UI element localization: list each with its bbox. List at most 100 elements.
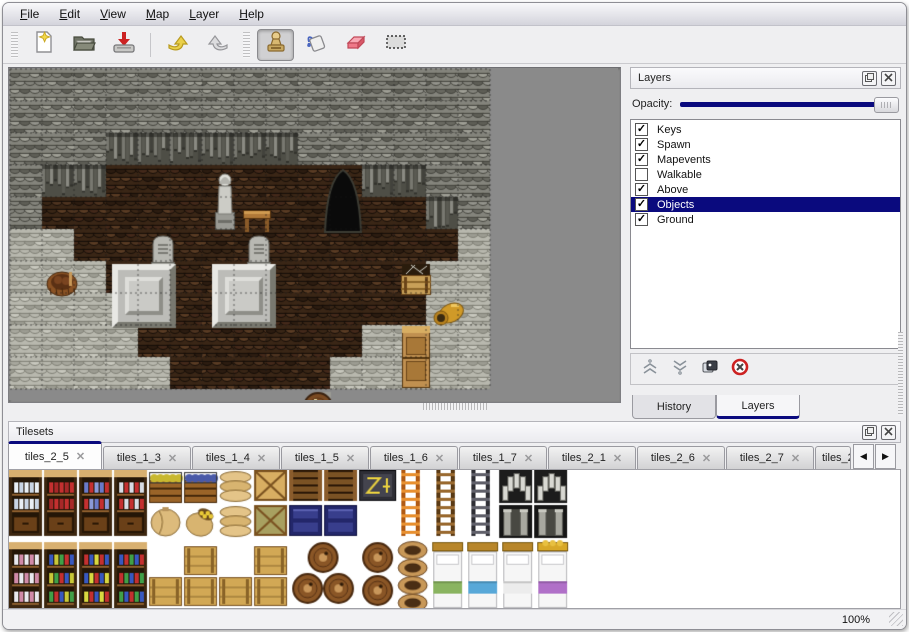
status-bar: 100% <box>3 609 906 629</box>
move-layer-down-button[interactable] <box>671 358 689 381</box>
tab-layers[interactable]: Layers <box>716 395 800 419</box>
open-folder-icon <box>71 29 97 60</box>
menu-file[interactable]: File <box>11 5 48 23</box>
layers-titlebar: Layers <box>630 67 901 89</box>
toolbar-drag-handle-2[interactable] <box>243 32 250 58</box>
redo-button[interactable] <box>199 29 236 61</box>
layer-name: Walkable <box>657 169 702 181</box>
tileset-tab[interactable]: tiles_2_1 ✕ <box>548 446 636 469</box>
close-icon <box>884 69 893 87</box>
close-tab-icon[interactable]: ✕ <box>524 452 533 465</box>
close-tilesets-button[interactable] <box>881 425 896 440</box>
tileset-tab[interactable]: tiles_1_7✕ <box>459 446 547 469</box>
delete-layer-button[interactable] <box>731 358 749 381</box>
layer-checkbox[interactable] <box>635 168 648 181</box>
layer-row-objects[interactable]: ✓ Objects <box>631 197 900 212</box>
layer-name: Above <box>657 184 688 196</box>
tileset-tab[interactable]: tiles_2_5✕ <box>8 441 102 469</box>
float-icon <box>865 69 874 87</box>
close-tab-icon[interactable]: ✕ <box>791 452 800 465</box>
close-tab-icon[interactable]: ✕ <box>76 450 85 463</box>
menu-map[interactable]: Map <box>137 5 178 23</box>
save-map-button[interactable] <box>105 29 142 61</box>
layer-row-above[interactable]: ✓ Above <box>631 182 900 197</box>
layer-row-mapevents[interactable]: ✓ Mapevents <box>631 152 900 167</box>
layer-row-keys[interactable]: ✓ Keys <box>631 122 900 137</box>
layers-panel-title: Layers <box>635 72 858 84</box>
open-map-button[interactable] <box>65 29 102 61</box>
fill-tool-button[interactable] <box>297 29 334 61</box>
tileset-tab[interactable]: tiles_2_6✕ <box>637 446 725 469</box>
layer-list: ✓Keys ✓Spawn ✓Mapevents Walkable ✓Above … <box>630 119 901 349</box>
layer-name: Objects <box>657 199 694 211</box>
menu-edit[interactable]: Edit <box>50 5 89 23</box>
toolbar <box>3 26 906 64</box>
layer-checkbox[interactable]: ✓ <box>635 213 648 226</box>
stamp-tool-button[interactable] <box>257 29 294 61</box>
tab-history[interactable]: History <box>632 395 716 419</box>
tileset-tab-label: tiles_1_3 <box>117 452 161 464</box>
opacity-slider-thumb[interactable] <box>874 97 899 113</box>
opacity-slider-track[interactable] <box>680 102 897 107</box>
layer-row-ground[interactable]: ✓ Ground <box>631 212 900 227</box>
close-tab-icon[interactable]: ✕ <box>168 452 177 465</box>
tileset-canvas[interactable] <box>9 470 901 608</box>
tileset-content: ▲ ▼ <box>8 469 901 609</box>
move-layer-up-button[interactable] <box>641 358 659 381</box>
layer-row-walkable[interactable]: Walkable <box>631 167 900 182</box>
layer-name: Ground <box>657 214 694 226</box>
dock-tabs: History Layers <box>630 395 901 419</box>
duplicate-layer-button[interactable] <box>701 358 719 381</box>
menu-view[interactable]: View <box>91 5 135 23</box>
tileset-tab[interactable]: tiles_1_5✕ <box>281 446 369 469</box>
splitter-grip[interactable] <box>898 332 903 416</box>
opacity-slider[interactable] <box>680 96 899 112</box>
close-tab-icon[interactable]: ✕ <box>613 452 622 465</box>
close-panel-button[interactable] <box>881 71 896 86</box>
toolbar-drag-handle[interactable] <box>11 32 18 58</box>
layer-name: Keys <box>657 124 681 136</box>
tilesets-titlebar: Tilesets <box>8 421 901 443</box>
scroll-tabs-left-button[interactable]: ◀ <box>853 444 874 469</box>
tileset-tab[interactable]: tiles_1_4✕ <box>192 446 280 469</box>
tileset-tab-label: tiles_1_6 <box>384 452 428 464</box>
tileset-tab-label: tiles_2_1 <box>562 452 606 464</box>
close-tab-icon[interactable]: ✕ <box>257 452 266 465</box>
float-tilesets-button[interactable] <box>862 425 877 440</box>
layer-buttons-bar <box>630 353 901 385</box>
layer-checkbox[interactable]: ✓ <box>635 183 648 196</box>
horizontal-splitter[interactable] <box>423 403 487 410</box>
opacity-label: Opacity: <box>632 98 672 110</box>
layer-checkbox[interactable]: ✓ <box>635 123 648 136</box>
layer-checkbox[interactable]: ✓ <box>635 138 648 151</box>
tileset-tab-label: tiles_2_7 <box>740 452 784 464</box>
tileset-tab[interactable]: tiles_1_6 ✕ <box>370 446 458 469</box>
vertical-splitter[interactable] <box>621 67 630 419</box>
close-tab-icon[interactable]: ✕ <box>435 452 444 465</box>
tileset-tab-truncated[interactable]: tiles_2 <box>815 446 851 469</box>
layer-checkbox[interactable]: ✓ <box>635 198 648 211</box>
layer-name: Mapevents <box>657 154 711 166</box>
float-icon <box>865 423 874 441</box>
float-panel-button[interactable] <box>862 71 877 86</box>
map-canvas[interactable] <box>9 68 618 400</box>
tileset-tab[interactable]: tiles_1_3 ✕ <box>103 446 191 469</box>
close-tab-icon[interactable]: ✕ <box>702 452 711 465</box>
menu-layer[interactable]: Layer <box>180 5 228 23</box>
layer-name: Spawn <box>657 139 691 151</box>
new-map-button[interactable] <box>25 29 62 61</box>
undo-button[interactable] <box>159 29 196 61</box>
tileset-tab[interactable]: tiles_2_7 ✕ <box>726 446 814 469</box>
rect-select-tool-button[interactable] <box>377 29 414 61</box>
tilesets-panel-title: Tilesets <box>13 426 858 438</box>
paint-bucket-icon <box>303 29 329 60</box>
eraser-tool-button[interactable] <box>337 29 374 61</box>
menu-help[interactable]: Help <box>230 5 273 23</box>
scroll-tabs-right-button[interactable]: ▶ <box>875 444 896 469</box>
new-file-icon <box>31 29 57 60</box>
eraser-icon <box>343 29 369 60</box>
close-tab-icon[interactable]: ✕ <box>346 452 355 465</box>
layer-row-spawn[interactable]: ✓ Spawn <box>631 137 900 152</box>
layer-checkbox[interactable]: ✓ <box>635 153 648 166</box>
resize-grip[interactable] <box>889 612 903 626</box>
